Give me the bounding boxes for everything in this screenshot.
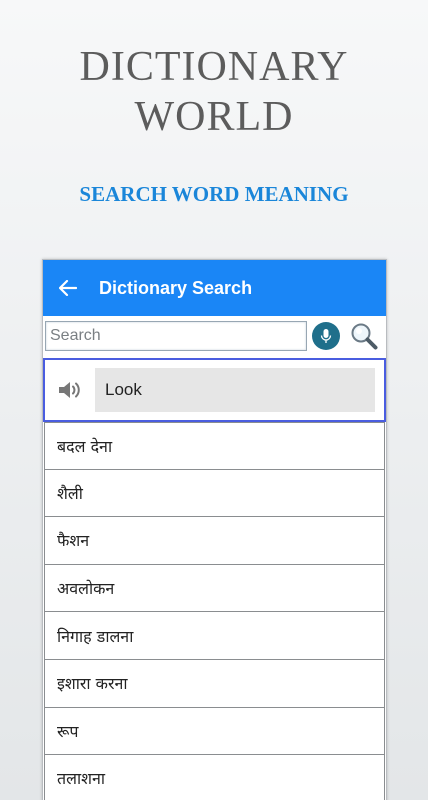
- list-item[interactable]: रूप: [44, 707, 385, 756]
- voice-search-button[interactable]: [312, 322, 340, 350]
- app-bar-title: Dictionary Search: [99, 277, 253, 298]
- speaker-icon: [59, 382, 80, 398]
- promo-title-line2: WORLD: [134, 94, 294, 140]
- phone-screen: Dictionary Search Look बदल देना: [42, 259, 387, 800]
- promo-title-line1: DICTIONARY: [79, 44, 349, 90]
- list-item[interactable]: अवलोकन: [44, 564, 385, 613]
- list-item[interactable]: निगाह डालना: [44, 612, 385, 660]
- list-item[interactable]: तलाशना: [44, 755, 385, 800]
- list-item[interactable]: इशारा करना: [44, 659, 385, 708]
- back-button[interactable]: [43, 260, 93, 316]
- search-row: [43, 318, 386, 354]
- arrow-left-icon: [59, 280, 77, 296]
- microphone-icon: [320, 329, 332, 343]
- list-item[interactable]: शैली: [44, 469, 385, 518]
- meanings-list: बदल देना शैली फैशन अवलोकन निगाह डालना इश…: [43, 422, 386, 800]
- search-input[interactable]: [45, 321, 307, 351]
- word-card: Look: [43, 358, 386, 422]
- app-bar: Dictionary Search: [43, 260, 386, 316]
- list-item[interactable]: फैशन: [44, 517, 385, 565]
- search-word: Look: [95, 368, 375, 412]
- list-item[interactable]: बदल देना: [44, 422, 385, 470]
- promo-subtitle: SEARCH WORD MEANING: [79, 182, 349, 206]
- promo-title: DICTIONARY WORLD: [0, 42, 428, 142]
- magnifier-icon: [351, 323, 378, 350]
- pronounce-button[interactable]: [45, 379, 95, 401]
- search-button[interactable]: [348, 320, 380, 352]
